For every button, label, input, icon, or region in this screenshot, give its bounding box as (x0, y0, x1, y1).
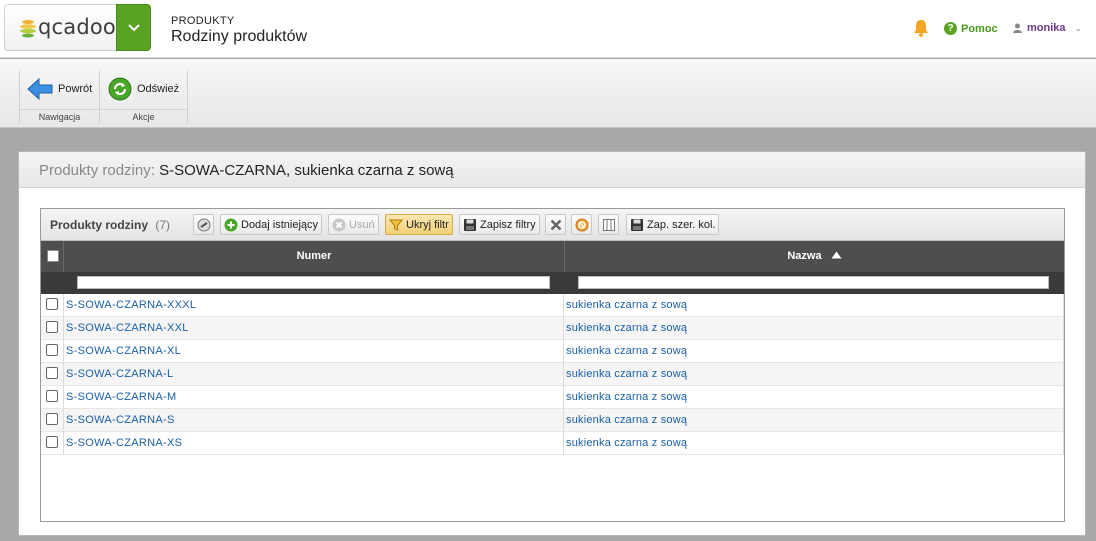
row-number-link[interactable]: S-SOWA-CZARNA-XXL (63, 317, 564, 340)
row-checkbox[interactable] (46, 367, 58, 379)
row-name-link[interactable]: sukienka czarna z sową (564, 432, 1064, 455)
top-bar: qcadoo PRODUKTY Rodziny produktów ? Pomo… (0, 0, 1096, 58)
chevron-down-icon: ⌄ (1074, 22, 1083, 33)
refresh-icon (108, 77, 132, 101)
main-panel: Produkty rodziny: S-SOWA-CZARNA, sukienk… (18, 151, 1086, 536)
row-name-link[interactable]: sukienka czarna z sową (564, 409, 1064, 432)
grid-header: Numer Nazwa (41, 241, 1064, 272)
refresh-button[interactable]: Odśwież (108, 77, 179, 101)
page-title: Rodziny produktów (171, 28, 308, 45)
row-number-link[interactable]: S-SOWA-CZARNA-S (63, 409, 564, 432)
delete-button[interactable]: Usuń (328, 214, 379, 235)
table-row[interactable]: S-SOWA-CZARNA-XXXL sukienka czarna z sow… (41, 294, 1064, 317)
grid-title-text: Produkty rodziny (50, 218, 149, 232)
refresh-label: Odśwież (137, 83, 180, 95)
reset-button[interactable] (571, 214, 592, 235)
row-name-link[interactable]: sukienka czarna z sową (564, 340, 1064, 363)
user-icon (1013, 23, 1022, 33)
save-filters-button[interactable]: Zapisz filtry (459, 214, 540, 235)
filter-icon (389, 219, 403, 231)
reset-icon (575, 218, 588, 231)
table-row[interactable]: S-SOWA-CZARNA-XXL sukienka czarna z sową (41, 317, 1064, 340)
row-number-link[interactable]: S-SOWA-CZARNA-XS (63, 432, 564, 455)
products-grid: Produkty rodziny (7) Dodaj istniejący Us… (40, 208, 1065, 522)
logo[interactable]: qcadoo (4, 4, 116, 51)
close-icon (550, 219, 561, 230)
row-number-link[interactable]: S-SOWA-CZARNA-M (63, 386, 564, 409)
grid-filter-row (41, 272, 1064, 294)
row-checkbox[interactable] (46, 436, 58, 448)
grid-count: (7) (155, 218, 171, 232)
row-checkbox[interactable] (46, 390, 58, 402)
qcadoo-logo-icon (20, 20, 36, 38)
save-column-widths-label: Zap. szer. kol. (647, 218, 716, 231)
breadcrumb: PRODUKTY (171, 15, 235, 27)
ribbon: Powrót Nawigacja Odśwież Akcje (0, 59, 1096, 128)
row-checkbox[interactable] (46, 413, 58, 425)
ribbon-group-navigation: Powrót Nawigacja (19, 71, 100, 124)
link-icon (197, 218, 210, 231)
column-header-number[interactable]: Numer (63, 241, 564, 272)
grid-body: S-SOWA-CZARNA-XXXL sukienka czarna z sow… (41, 294, 1064, 455)
ribbon-group-label: Akcje (100, 109, 187, 122)
save-icon (464, 218, 476, 231)
table-row[interactable]: S-SOWA-CZARNA-S sukienka czarna z sową (41, 409, 1064, 432)
select-all-checkbox[interactable] (47, 250, 59, 262)
row-name-link[interactable]: sukienka czarna z sową (564, 363, 1064, 386)
clear-filters-button[interactable] (545, 214, 566, 235)
save-icon (631, 218, 643, 231)
chevron-down-icon (128, 24, 140, 32)
user-name: monika (1027, 22, 1066, 34)
table-row[interactable]: S-SOWA-CZARNA-M sukienka czarna z sową (41, 386, 1064, 409)
ribbon-group-label: Nawigacja (20, 109, 99, 122)
row-name-link[interactable]: sukienka czarna z sową (564, 294, 1064, 317)
hide-filter-label: Ukryj filtr (406, 218, 449, 231)
grid-toolbar: Produkty rodziny (7) Dodaj istniejący Us… (41, 209, 1064, 241)
columns-icon (602, 218, 615, 231)
panel-header-label: Produkty rodziny: (39, 162, 155, 179)
back-label: Powrót (58, 83, 93, 95)
grid-options-button[interactable] (193, 214, 214, 235)
row-number-link[interactable]: S-SOWA-CZARNA-XL (63, 340, 564, 363)
table-row[interactable]: S-SOWA-CZARNA-XS sukienka czarna z sową (41, 432, 1064, 455)
row-checkbox[interactable] (46, 321, 58, 333)
back-button[interactable]: Powrót (27, 77, 92, 101)
back-arrow-icon (27, 77, 53, 101)
help-label: Pomoc (961, 22, 998, 35)
delete-label: Usuń (349, 218, 375, 231)
panel-header: Produkty rodziny: S-SOWA-CZARNA, sukienk… (19, 152, 1085, 188)
ribbon-group-actions: Odśwież Akcje (100, 71, 188, 124)
row-name-link[interactable]: sukienka czarna z sową (564, 317, 1064, 340)
save-filters-label: Zapisz filtry (480, 218, 536, 231)
add-existing-label: Dodaj istniejący (241, 218, 319, 231)
notification-bell-icon[interactable] (912, 18, 930, 38)
row-number-link[interactable]: S-SOWA-CZARNA-L (63, 363, 564, 386)
plus-icon (224, 218, 238, 231)
logo-text: qcadoo (38, 15, 116, 39)
grid-title: Produkty rodziny (7) (50, 218, 170, 232)
add-existing-button[interactable]: Dodaj istniejący (220, 214, 323, 235)
table-row[interactable]: S-SOWA-CZARNA-XL sukienka czarna z sową (41, 340, 1064, 363)
columns-button[interactable] (598, 214, 619, 235)
number-filter-input[interactable] (77, 276, 550, 289)
help-link[interactable]: ? Pomoc (944, 22, 998, 35)
row-number-link[interactable]: S-SOWA-CZARNA-XXXL (63, 294, 564, 317)
main-menu-button[interactable] (116, 4, 151, 51)
row-checkbox[interactable] (46, 298, 58, 310)
column-header-name-label: Nazwa (787, 250, 822, 262)
table-row[interactable]: S-SOWA-CZARNA-L sukienka czarna z sową (41, 363, 1064, 386)
save-column-widths-button[interactable]: Zap. szer. kol. (626, 214, 720, 235)
user-menu[interactable]: monika ⌄ (1013, 22, 1082, 34)
help-icon: ? (944, 22, 957, 35)
row-checkbox[interactable] (46, 344, 58, 356)
name-filter-input[interactable] (578, 276, 1049, 289)
delete-icon (332, 218, 346, 231)
sort-ascending-icon (831, 251, 842, 259)
panel-header-value: S-SOWA-CZARNA, sukienka czarna z sową (159, 162, 454, 179)
hide-filter-button[interactable]: Ukryj filtr (385, 214, 453, 235)
column-header-name[interactable]: Nazwa (564, 241, 1064, 272)
row-name-link[interactable]: sukienka czarna z sową (564, 386, 1064, 409)
